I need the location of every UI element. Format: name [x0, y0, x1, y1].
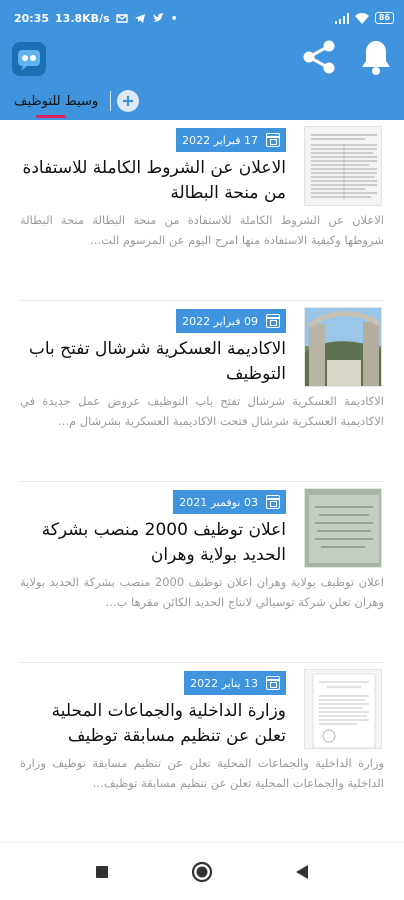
article-thumbnail[interactable] [304, 669, 382, 749]
article-card[interactable]: 09 فبراير 2022 الاكاديمة العسكرية شرشال … [20, 301, 384, 482]
back-triangle-icon [296, 864, 308, 879]
plus-icon [123, 96, 134, 106]
article-date: 03 نوفمبر 2021 [179, 495, 258, 509]
article-thumbnail[interactable] [304, 307, 382, 387]
add-tab-button[interactable] [117, 90, 140, 112]
article-card[interactable]: 13 يناير 2022 وزارة الداخلية والجماعات ا… [20, 663, 384, 842]
tab-wasit-tawdif[interactable]: وسيط للتوظيف [8, 82, 104, 120]
system-nav-bar [0, 842, 404, 900]
article-excerpt: الاعلان عن الشروط الكاملة للاستفادة من م… [20, 213, 384, 247]
network-speed: 13.8KB/s [55, 11, 110, 25]
signal-icon [334, 12, 349, 24]
more-dot-icon: • [170, 11, 178, 25]
article-date: 17 فبراير 2022 [182, 133, 258, 147]
article-title[interactable]: وزارة الداخلية والجماعات المحلية تعلن عن… [16, 699, 286, 749]
bell-icon[interactable] [360, 39, 392, 79]
back-button[interactable] [290, 860, 314, 884]
article-excerpt: الاكاديمة العسكرية شرشال تفتح باب التوظي… [20, 394, 384, 428]
circle-icon [191, 861, 213, 882]
twitter-icon [152, 12, 165, 24]
article-date: 09 فبراير 2022 [182, 314, 258, 328]
app-bar [0, 36, 404, 82]
date-badge: 17 فبراير 2022 [176, 128, 286, 152]
articles-feed[interactable]: 17 فبراير 2022 الاعلان عن الشروط الكاملة… [0, 120, 404, 842]
date-badge: 03 نوفمبر 2021 [173, 490, 286, 514]
article-card[interactable]: 17 فبراير 2022 الاعلان عن الشروط الكاملة… [20, 120, 384, 301]
article-thumbnail[interactable] [304, 488, 382, 568]
calendar-icon [266, 133, 280, 147]
square-icon [96, 865, 108, 878]
article-date: 13 يناير 2022 [190, 676, 258, 690]
date-badge: 13 يناير 2022 [184, 671, 286, 695]
calendar-icon [266, 314, 280, 328]
home-button[interactable] [190, 860, 214, 884]
app-screen: 20:35 13.8KB/s • 86 وسيط للتوظيف 17 فبرا… [0, 0, 404, 900]
article-title[interactable]: الاعلان عن الشروط الكاملة للاستفادة من م… [16, 156, 286, 206]
article-title[interactable]: الاكاديمة العسكرية شرشال تفتح باب التوظي… [16, 337, 286, 387]
article-excerpt: وزارة الداخلية والجماعات المحلية تعلن عن… [20, 756, 384, 790]
mail-icon [115, 12, 128, 24]
tab-divider [110, 91, 112, 111]
tab-label: وسيط للتوظيف [14, 93, 99, 109]
status-time: 20:35 [14, 11, 50, 25]
article-excerpt: اعلان توظيف بولاية وهران اعلان توظيف 200… [20, 575, 384, 609]
article-title[interactable]: اعلان توظيف 2000 منصب بشركة الحديد بولاي… [16, 518, 286, 568]
active-tab-indicator [36, 115, 66, 118]
telegram-icon [134, 12, 146, 24]
calendar-icon [266, 676, 280, 690]
app-logo[interactable] [12, 42, 46, 76]
calendar-icon [266, 495, 280, 509]
article-thumbnail[interactable] [304, 126, 382, 206]
article-card[interactable]: 03 نوفمبر 2021 اعلان توظيف 2000 منصب بشر… [20, 482, 384, 663]
wifi-icon [354, 12, 369, 24]
recents-button[interactable] [90, 860, 114, 884]
tabs-bar: وسيط للتوظيف [0, 82, 404, 120]
date-badge: 09 فبراير 2022 [176, 309, 286, 333]
share-icon[interactable] [300, 38, 338, 80]
status-bar: 20:35 13.8KB/s • 86 [0, 0, 404, 36]
battery-indicator: 86 [374, 12, 394, 24]
